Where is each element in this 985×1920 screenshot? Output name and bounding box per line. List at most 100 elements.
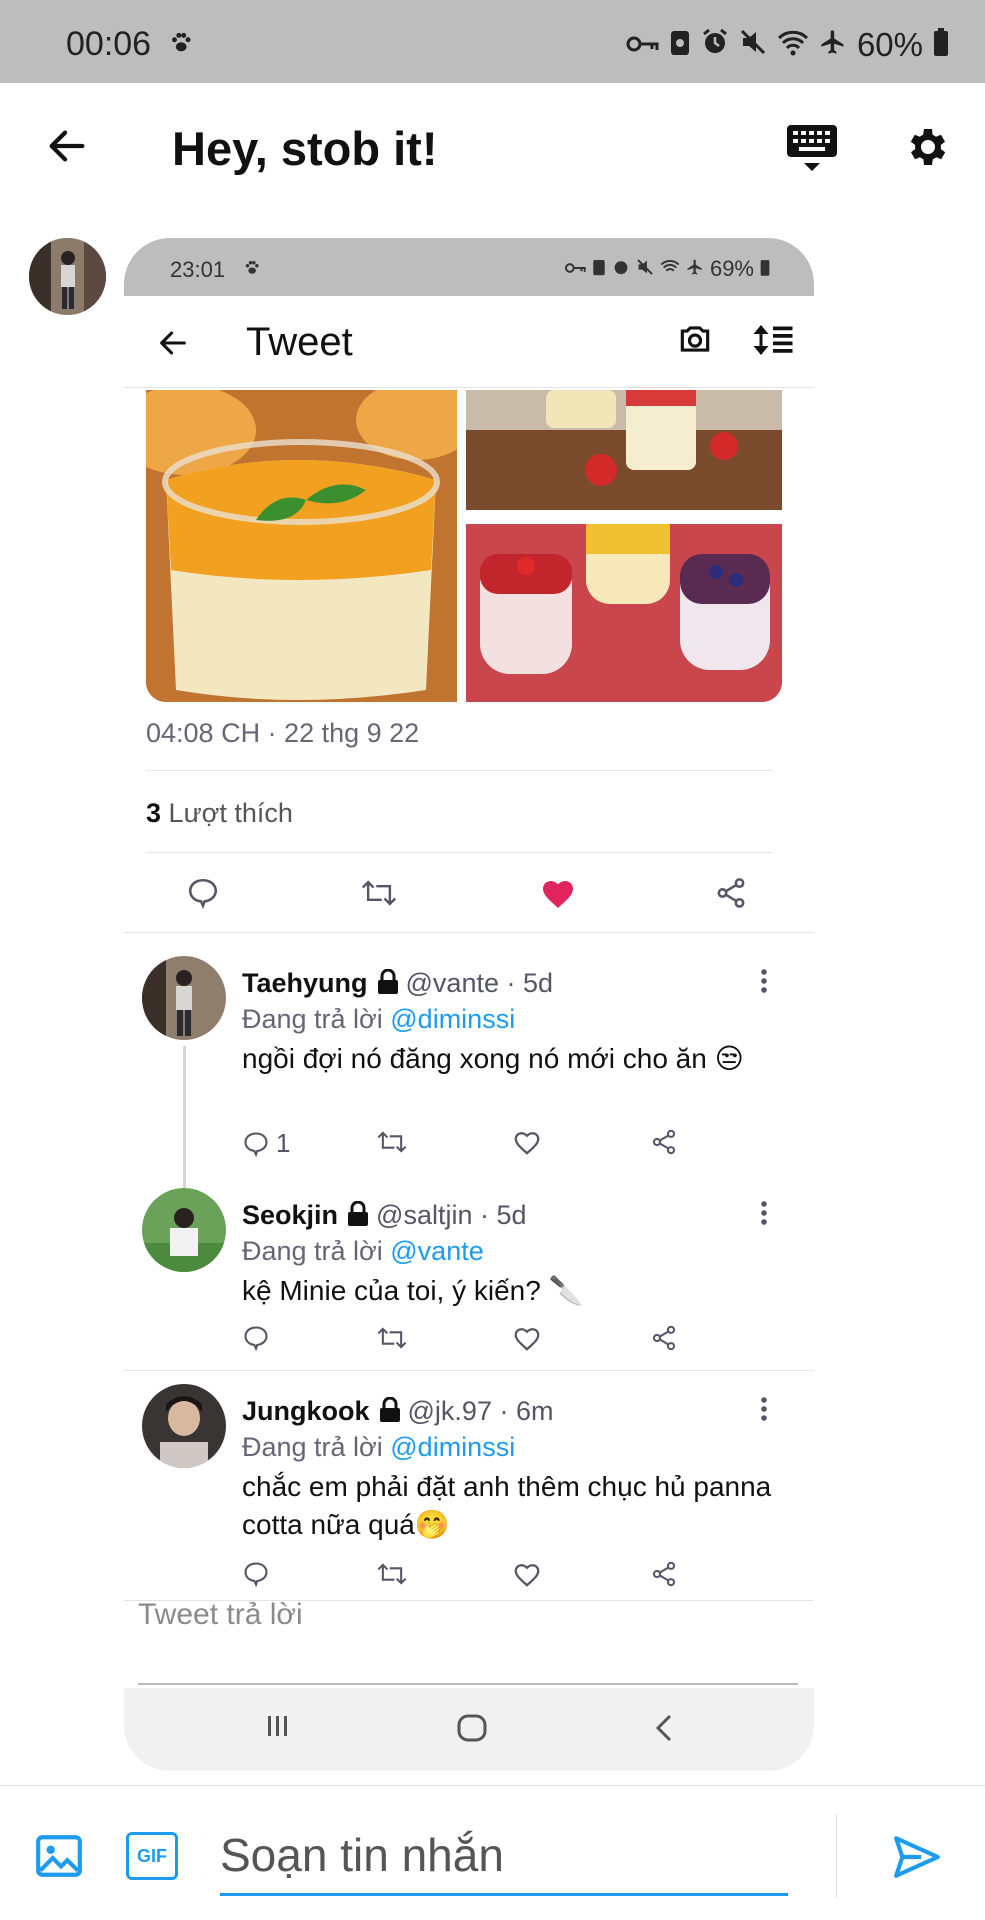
replying-to-link[interactable]: @diminssi [390, 1004, 515, 1034]
battery-percent: 60% [856, 26, 923, 63]
reply-icon[interactable] [186, 876, 220, 915]
reply-text: kệ Minie của toi, ý kiến? 🔪 [242, 1275, 584, 1306]
back-arrow-icon [156, 326, 190, 365]
tweet-timestamp: 04:08 CH · 22 thg 9 22 [146, 718, 420, 748]
replying-label: Đang trả lời [242, 1432, 391, 1462]
heart-icon[interactable] [512, 1128, 542, 1156]
replying-label: Đang trả lời [242, 1236, 391, 1266]
shared-screenshot[interactable]: 23:01 69% Tweet 04:08 CH · 22 thg 9 22 3… [124, 238, 814, 1771]
battery-icon [760, 256, 770, 282]
divider [124, 932, 814, 933]
home-icon [456, 1712, 488, 1749]
message-placeholder: Soạn tin nhắn [220, 1829, 504, 1881]
tweet-photo[interactable] [466, 390, 782, 510]
status-time: 00:06 [66, 25, 152, 63]
heart-icon[interactable] [512, 1560, 542, 1588]
embedded-page-title: Tweet [246, 320, 353, 364]
tweet-photo-grid[interactable] [146, 390, 782, 702]
reply-button[interactable] [242, 1560, 276, 1588]
reply-text: ngồi đợi nó đăng xong nó mới cho ăn 😒 [242, 1043, 744, 1074]
tweet-reply-input[interactable]: Tweet trả lời [138, 1598, 303, 1632]
tweet-photo[interactable] [146, 390, 476, 702]
replying-label: Đang trả lời [242, 1004, 391, 1034]
divider [146, 852, 772, 853]
gif-button[interactable]: GIF [126, 1832, 178, 1880]
message-composer: GIF Soạn tin nhắn [0, 1785, 985, 1920]
alarm-icon [612, 256, 630, 282]
conversation-header: Hey, stob it! [0, 83, 985, 218]
avatar[interactable] [142, 1384, 226, 1468]
more-options-icon[interactable] [760, 968, 768, 999]
reply-handle: @saltjin · 5d [376, 1200, 527, 1230]
image-icon[interactable] [34, 1831, 84, 1886]
embedded-status-time: 23:01 [170, 257, 226, 282]
reply-actions [242, 1560, 762, 1600]
back-icon [650, 1712, 678, 1749]
retweet-icon[interactable] [360, 876, 398, 915]
status-bar: 00:06 60% [0, 0, 985, 83]
embedded-status-bar: 23:01 69% [124, 238, 814, 296]
share-icon[interactable] [650, 1324, 678, 1352]
recycle-icon [669, 26, 691, 64]
send-icon[interactable] [892, 1834, 942, 1885]
embedded-battery-percent: 69% [709, 256, 754, 281]
reply-actions [242, 1324, 762, 1364]
avatar[interactable] [142, 1188, 226, 1272]
likes-count: 3 [146, 798, 162, 828]
lock-icon [378, 1396, 402, 1430]
mute-icon [739, 26, 767, 64]
recents-icon [264, 1712, 292, 1745]
wifi-icon [777, 26, 809, 64]
sender-avatar[interactable] [29, 238, 106, 315]
embedded-tweet-header: Tweet [124, 296, 814, 388]
gear-icon[interactable] [902, 123, 950, 176]
replying-to-link[interactable]: @diminssi [390, 1432, 515, 1462]
likes-label: Lượt thích [168, 798, 293, 828]
embedded-nav-bar [124, 1688, 814, 1771]
conversation-title: Hey, stob it! [172, 122, 438, 175]
divider [124, 1370, 814, 1371]
reply-actions: 1 [242, 1128, 762, 1168]
camera-icon [676, 320, 714, 363]
reply-author: Taehyung [242, 968, 368, 998]
divider [146, 770, 772, 771]
message-input[interactable]: Soạn tin nhắn [220, 1816, 788, 1896]
heart-filled-icon[interactable] [540, 876, 576, 915]
mute-icon [636, 256, 654, 282]
heart-icon[interactable] [512, 1324, 542, 1352]
more-options-icon[interactable] [760, 1200, 768, 1231]
key-icon [625, 26, 659, 64]
tweet-photo[interactable] [466, 524, 782, 702]
reply-handle: @vante · 5d [405, 968, 554, 998]
airplane-icon [819, 26, 847, 64]
reply-author: Seokjin [242, 1200, 339, 1230]
avatar[interactable] [142, 956, 226, 1040]
key-icon [564, 256, 586, 282]
reply-button[interactable] [242, 1324, 276, 1352]
reply-button[interactable]: 1 [242, 1128, 290, 1159]
retweet-icon[interactable] [376, 1324, 408, 1352]
recycle-icon [592, 256, 606, 282]
battery-icon [933, 26, 949, 64]
back-arrow-icon[interactable] [44, 123, 90, 174]
alarm-icon [701, 26, 729, 64]
reply-handle: @jk.97 · 6m [407, 1396, 554, 1426]
divider [836, 1814, 837, 1898]
share-icon[interactable] [714, 876, 748, 915]
keyboard-icon[interactable] [785, 123, 839, 180]
paw-icon [168, 30, 194, 61]
replying-to-link[interactable]: @vante [390, 1236, 483, 1266]
reply-count: 1 [276, 1128, 291, 1158]
share-icon[interactable] [650, 1560, 678, 1588]
input-underline [138, 1683, 798, 1685]
lock-icon [346, 1200, 370, 1234]
reply-text: chắc em phải đặt anh thêm chục hủ panna … [242, 1471, 772, 1540]
more-options-icon[interactable] [760, 1396, 768, 1427]
share-icon[interactable] [650, 1128, 678, 1156]
retweet-icon[interactable] [376, 1128, 408, 1156]
retweet-icon[interactable] [376, 1560, 408, 1588]
likes-summary[interactable]: 3 Lượt thích [146, 798, 293, 829]
tweet-actions [124, 856, 814, 928]
lock-icon [376, 968, 400, 1002]
reply-author: Jungkook [242, 1396, 370, 1426]
